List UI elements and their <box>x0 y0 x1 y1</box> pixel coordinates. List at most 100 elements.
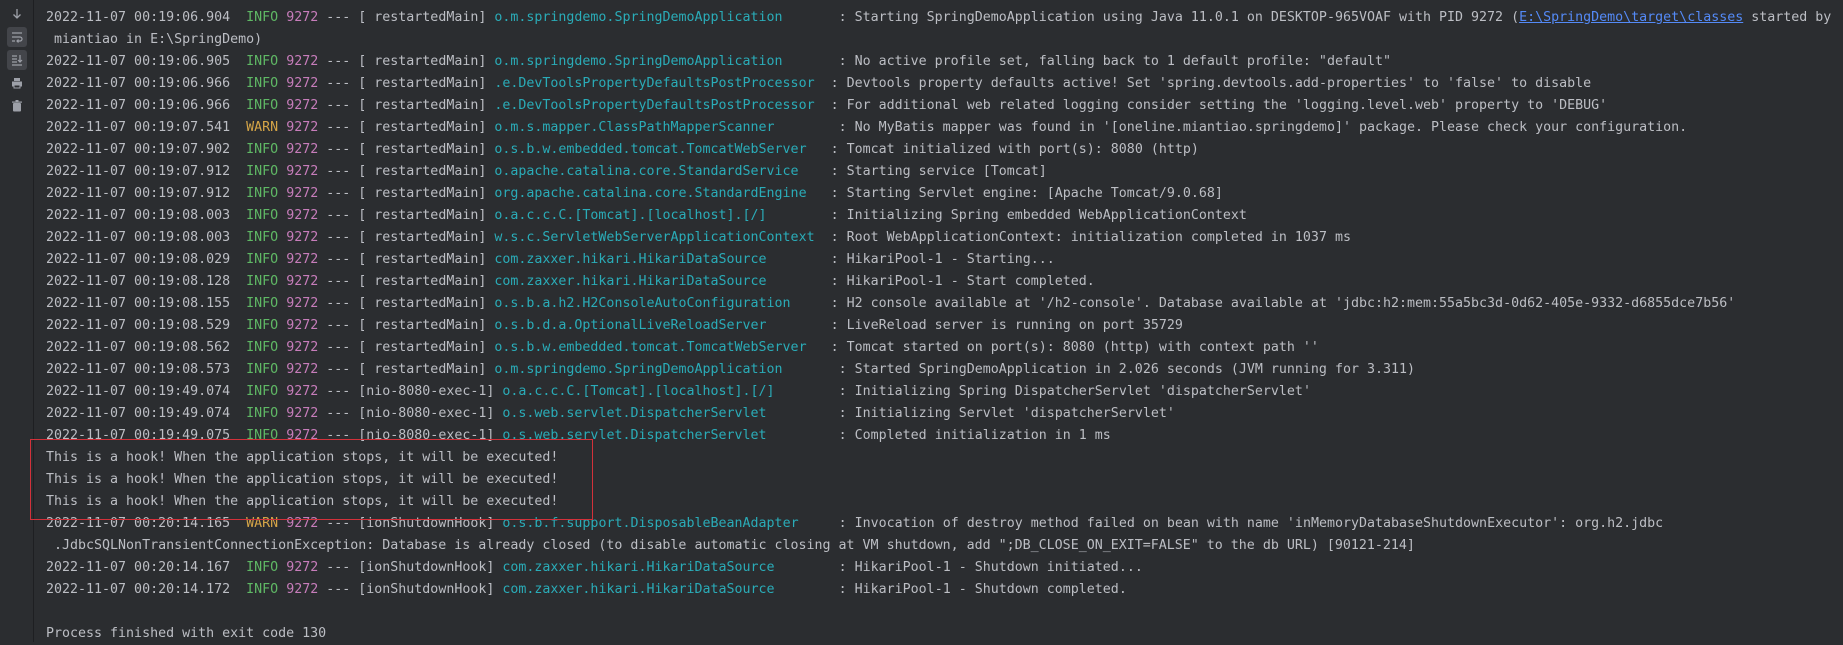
log-level: INFO <box>246 164 279 179</box>
log-pid: 9272 <box>286 362 319 377</box>
separator <box>278 10 286 25</box>
log-pid: 9272 <box>286 10 319 25</box>
log-level: INFO <box>246 142 279 157</box>
log-pid: 9272 <box>286 274 319 289</box>
log-message: : Completed initialization in 1 ms <box>838 428 1111 443</box>
log-logger: com.zaxxer.hikari.HikariDataSource <box>494 252 823 267</box>
log-message-end: started by <box>1743 10 1832 25</box>
console-toolbar <box>0 0 34 642</box>
separator: ] <box>478 186 495 201</box>
separator <box>278 76 286 91</box>
log-logger: o.s.web.servlet.DispatcherServlet <box>502 406 831 421</box>
separator <box>823 252 831 267</box>
log-pid: 9272 <box>286 296 319 311</box>
log-thread: ionShutdownHook <box>366 560 487 575</box>
log-logger: org.apache.catalina.core.StandardEngine <box>494 186 823 201</box>
console-output[interactable]: 2022-11-07 00:19:06.904 INFO 9272 --- [ … <box>34 7 1843 642</box>
separator <box>230 120 246 135</box>
separator <box>831 516 839 531</box>
log-message: : Invocation of destroy method failed on… <box>838 516 1664 531</box>
log-level: INFO <box>246 76 279 91</box>
log-line: 2022-11-07 00:20:14.172 INFO 9272 --- [i… <box>46 579 1843 601</box>
log-level: INFO <box>246 362 279 377</box>
separator <box>278 120 286 135</box>
log-level: INFO <box>246 560 279 575</box>
log-timestamp: 2022-11-07 00:20:14.167 <box>46 560 231 575</box>
separator: ] <box>478 318 495 333</box>
log-logger: com.zaxxer.hikari.HikariDataSource <box>494 274 823 289</box>
separator <box>823 208 831 223</box>
scroll-to-end-icon[interactable] <box>7 50 27 70</box>
log-continuation: miantiao in E:\SpringDemo) <box>46 32 263 47</box>
separator <box>278 252 286 267</box>
separator: ] <box>478 120 495 135</box>
log-message: : Initializing Servlet 'dispatcherServle… <box>838 406 1175 421</box>
separator <box>230 384 246 399</box>
separator <box>230 230 246 245</box>
log-line: 2022-11-07 00:19:08.562 INFO 9272 --- [ … <box>46 337 1843 359</box>
log-logger: .e.DevToolsPropertyDefaultsPostProcessor <box>494 76 823 91</box>
separator: --- [ <box>318 406 367 421</box>
log-line: 2022-11-07 00:19:49.074 INFO 9272 --- [n… <box>46 403 1843 425</box>
separator <box>278 406 286 421</box>
log-logger: o.s.b.a.h2.H2ConsoleAutoConfiguration <box>494 296 823 311</box>
separator <box>230 318 246 333</box>
separator: --- [ <box>318 274 367 289</box>
log-pid: 9272 <box>286 230 319 245</box>
log-logger: o.m.s.mapper.ClassPathMapperScanner <box>494 120 831 135</box>
separator <box>278 582 286 597</box>
separator: ] <box>478 164 495 179</box>
separator <box>230 406 246 421</box>
log-timestamp: 2022-11-07 00:19:08.562 <box>46 340 231 355</box>
log-timestamp: 2022-11-07 00:19:08.529 <box>46 318 231 333</box>
separator <box>230 582 246 597</box>
separator <box>831 362 839 377</box>
log-thread: restartedMain <box>366 230 479 245</box>
log-logger: com.zaxxer.hikari.HikariDataSource <box>502 582 831 597</box>
separator <box>230 208 246 223</box>
separator <box>230 54 246 69</box>
log-timestamp: 2022-11-07 00:19:08.573 <box>46 362 231 377</box>
log-line: 2022-11-07 00:20:14.167 INFO 9272 --- [i… <box>46 557 1843 579</box>
log-thread: restartedMain <box>366 208 479 223</box>
log-message: : HikariPool-1 - Shutdown initiated... <box>838 560 1143 575</box>
log-logger: o.s.b.w.embedded.tomcat.TomcatWebServer <box>494 340 823 355</box>
log-line: 2022-11-07 00:19:07.902 INFO 9272 --- [ … <box>46 139 1843 161</box>
log-message: : LiveReload server is running on port 3… <box>830 318 1183 333</box>
separator <box>823 230 831 245</box>
log-line: .JdbcSQLNonTransientConnectionException:… <box>46 535 1843 557</box>
soft-wrap-icon[interactable] <box>7 27 27 47</box>
clear-all-icon[interactable] <box>7 96 27 116</box>
log-logger: w.s.c.ServletWebServerApplicationContext <box>494 230 823 245</box>
log-line: 2022-11-07 00:19:08.155 INFO 9272 --- [ … <box>46 293 1843 315</box>
log-level: INFO <box>246 296 279 311</box>
log-line: 2022-11-07 00:19:49.074 INFO 9272 --- [n… <box>46 381 1843 403</box>
log-pid: 9272 <box>286 560 319 575</box>
separator <box>230 142 246 157</box>
separator: --- [ <box>318 120 367 135</box>
separator <box>278 296 286 311</box>
separator: ] <box>486 560 503 575</box>
scroll-down-icon[interactable] <box>7 4 27 24</box>
log-pid: 9272 <box>286 340 319 355</box>
log-thread: restartedMain <box>366 10 479 25</box>
log-message: : No active profile set, falling back to… <box>838 54 1391 69</box>
log-line: 2022-11-07 00:19:08.003 INFO 9272 --- [ … <box>46 205 1843 227</box>
log-thread: restartedMain <box>366 164 479 179</box>
log-thread: restartedMain <box>366 120 479 135</box>
log-logger: o.apache.catalina.core.StandardService <box>494 164 823 179</box>
log-level: INFO <box>246 98 279 113</box>
log-message: : Starting service [Tomcat] <box>830 164 1047 179</box>
log-pid: 9272 <box>286 76 319 91</box>
print-icon[interactable] <box>7 73 27 93</box>
separator: --- [ <box>318 362 367 377</box>
log-pid: 9272 <box>286 384 319 399</box>
separator: --- [ <box>318 582 367 597</box>
log-timestamp: 2022-11-07 00:19:07.541 <box>46 120 231 135</box>
log-thread: restartedMain <box>366 362 479 377</box>
log-pid: 9272 <box>286 54 319 69</box>
log-path-link[interactable]: E:\SpringDemo\target\classes <box>1519 10 1743 25</box>
log-thread: nio-8080-exec-1 <box>366 406 487 421</box>
separator: ] <box>486 384 503 399</box>
